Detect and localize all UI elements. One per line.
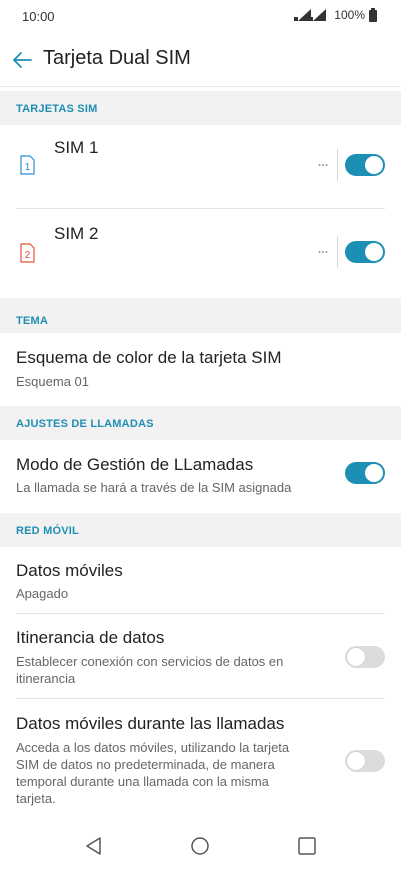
section-header-sim-cards: TARJETAS SIM (0, 91, 401, 125)
page-title: Tarjeta Dual SIM (43, 47, 191, 69)
roaming-row[interactable]: Itinerancia de datos Establecer conexión… (0, 614, 401, 698)
data-during-calls-subtitle-line: Acceda a los datos móviles, utilizando l… (16, 740, 290, 755)
call-management-row[interactable]: Modo de Gestión de LLamadas La llamada s… (0, 440, 401, 508)
app-bar: Tarjeta Dual SIM (0, 34, 401, 87)
mobile-data-row[interactable]: Datos móviles Apagado (0, 547, 401, 613)
color-scheme-title: Esquema de color de la tarjeta SIM (16, 348, 282, 367)
nav-recents-icon[interactable] (297, 836, 317, 856)
roaming-title: Itinerancia de datos (16, 628, 165, 647)
back-arrow-icon[interactable] (12, 51, 32, 69)
nav-back-icon[interactable] (84, 836, 104, 856)
status-icons: 100% (294, 8, 377, 22)
vertical-separator (337, 236, 338, 268)
sim-icon-number: 1 (25, 162, 31, 173)
navigation-bar (0, 822, 401, 870)
more-dots-icon[interactable] (318, 163, 328, 167)
data-during-calls-title: Datos móviles durante las llamadas (16, 714, 285, 733)
data-during-calls-subtitle-line: SIM de datos no predeterminada, de maner… (16, 757, 275, 772)
sim2-toggle[interactable] (345, 241, 385, 263)
section-header-mobile-network: RED MÓVIL (0, 513, 401, 547)
data-during-calls-toggle[interactable] (345, 750, 385, 772)
sim-card-1-icon: 1 (20, 155, 35, 175)
sim-card-2-icon: 2 (20, 243, 35, 263)
signal-icon (294, 9, 327, 21)
mobile-data-title: Datos móviles (16, 561, 123, 580)
sim-icon-number: 2 (25, 250, 31, 261)
more-dots-icon[interactable] (318, 250, 328, 254)
section-header-call-settings: AJUSTES DE LLAMADAS (0, 406, 401, 440)
call-management-title: Modo de Gestión de LLamadas (16, 455, 254, 474)
battery-icon (369, 8, 377, 22)
mobile-data-value: Apagado (16, 586, 69, 601)
status-time: 10:00 (22, 9, 55, 24)
roaming-toggle[interactable] (345, 646, 385, 668)
color-scheme-value: Esquema 01 (16, 374, 89, 389)
roaming-subtitle-line: Establecer conexión con servicios de dat… (16, 654, 284, 669)
data-during-calls-subtitle-line: temporal durante una llamada con la mism… (16, 774, 269, 789)
data-during-calls-row[interactable]: Datos móviles durante las llamadas Acced… (0, 699, 401, 819)
vertical-separator (337, 149, 338, 181)
sim1-toggle[interactable] (345, 154, 385, 176)
call-management-subtitle: La llamada se hará a través de la SIM as… (16, 480, 292, 495)
section-header-label: RED MÓVIL (16, 525, 79, 537)
nav-home-icon[interactable] (190, 836, 210, 856)
sim1-label: SIM 1 (54, 138, 99, 157)
sim1-row[interactable]: 1 SIM 1 (0, 125, 401, 209)
section-header-label: TEMA (16, 315, 48, 327)
section-header-label: TARJETAS SIM (16, 103, 98, 115)
color-scheme-row[interactable]: Esquema de color de la tarjeta SIM Esque… (0, 333, 401, 397)
data-during-calls-subtitle-line: tarjeta. (16, 791, 56, 806)
roaming-subtitle-line: itinerancia (16, 671, 76, 686)
status-bar: 10:00 100% (0, 0, 401, 34)
section-header-theme: TEMA (0, 298, 401, 333)
call-management-toggle[interactable] (345, 462, 385, 484)
section-header-label: AJUSTES DE LLAMADAS (16, 418, 154, 430)
sim2-label: SIM 2 (54, 224, 99, 243)
battery-percent: 100% (334, 8, 365, 22)
sim2-row[interactable]: 2 SIM 2 (0, 209, 401, 293)
